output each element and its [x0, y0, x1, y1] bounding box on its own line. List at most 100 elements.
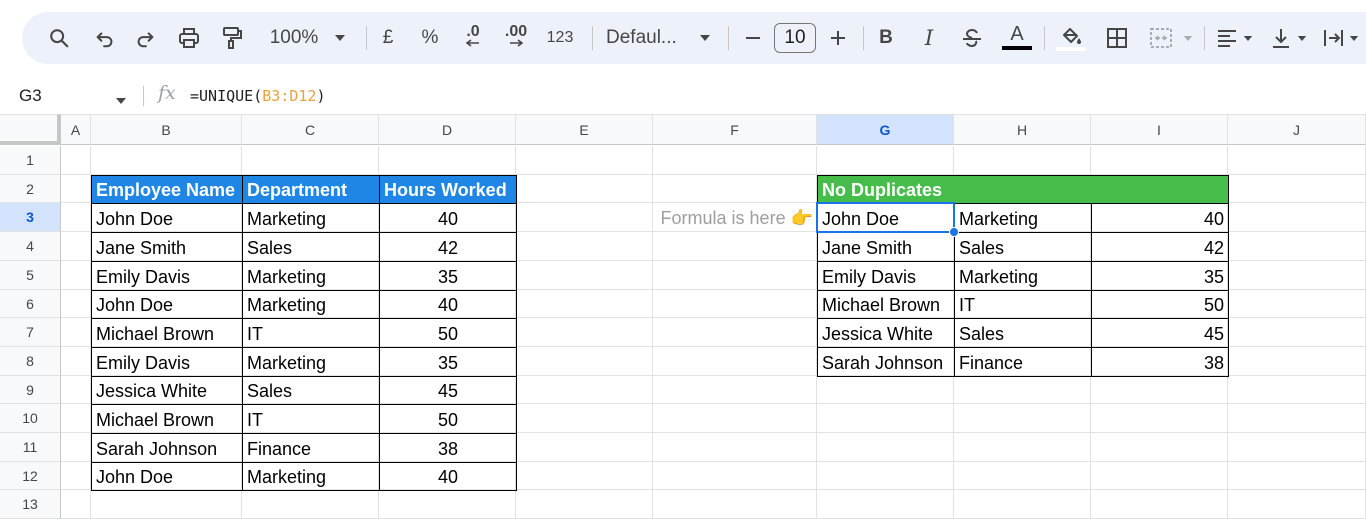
- grid-cell[interactable]: [1228, 175, 1366, 203]
- source-table-cell[interactable]: 38: [379, 433, 517, 463]
- grid-cell[interactable]: [516, 175, 653, 203]
- grid-cell[interactable]: [653, 462, 817, 490]
- row-header-6[interactable]: 6: [0, 290, 61, 318]
- grid-cell[interactable]: [954, 404, 1091, 433]
- result-table-cell[interactable]: 45: [1091, 318, 1229, 348]
- grid-cell[interactable]: [1091, 462, 1228, 490]
- grid-cell[interactable]: [516, 490, 653, 519]
- grid-cell[interactable]: [817, 146, 954, 175]
- row-header-7[interactable]: 7: [0, 318, 61, 347]
- grid-cell[interactable]: [1091, 376, 1228, 404]
- grid-cell[interactable]: [653, 318, 817, 347]
- row-header-8[interactable]: 8: [0, 347, 61, 376]
- row-header-13[interactable]: 13: [0, 490, 61, 519]
- result-table-cell[interactable]: 40: [1091, 203, 1229, 233]
- grid-cell[interactable]: [516, 433, 653, 462]
- source-table-cell[interactable]: IT: [242, 318, 380, 348]
- grid-cell[interactable]: [1228, 347, 1366, 376]
- result-table-cell[interactable]: John Doe: [817, 203, 955, 233]
- grid-cell[interactable]: [379, 146, 516, 175]
- grid-cell[interactable]: [653, 290, 817, 318]
- grid-cell[interactable]: [242, 146, 379, 175]
- source-table-cell[interactable]: 50: [379, 318, 517, 348]
- result-table-cell[interactable]: Sarah Johnson: [817, 347, 955, 377]
- grid-cell[interactable]: [954, 376, 1091, 404]
- grid-cell[interactable]: [61, 433, 91, 462]
- grid-cell[interactable]: [954, 462, 1091, 490]
- grid-cell[interactable]: [61, 318, 91, 347]
- grid-cell[interactable]: [61, 203, 91, 232]
- grid-cell[interactable]: [653, 490, 817, 519]
- select-all-corner[interactable]: [0, 114, 61, 145]
- source-table-cell[interactable]: 35: [379, 261, 517, 291]
- grid-cell[interactable]: [1091, 490, 1228, 519]
- grid-cell[interactable]: [61, 232, 91, 261]
- row-header-10[interactable]: 10: [0, 404, 61, 433]
- grid-cell[interactable]: [61, 261, 91, 290]
- source-table-cell[interactable]: John Doe: [91, 462, 243, 491]
- source-table-cell[interactable]: 40: [379, 462, 517, 491]
- grid-cell[interactable]: [954, 433, 1091, 462]
- result-table-cell[interactable]: Michael Brown: [817, 290, 955, 319]
- result-table-cell[interactable]: 42: [1091, 232, 1229, 262]
- source-header-cell[interactable]: Hours Worked: [379, 175, 517, 204]
- grid-cell[interactable]: [817, 404, 954, 433]
- source-table-cell[interactable]: 42: [379, 232, 517, 262]
- grid-cell[interactable]: [379, 490, 516, 519]
- row-header-1[interactable]: 1: [0, 146, 61, 175]
- grid-cell[interactable]: [61, 175, 91, 203]
- grid-cell[interactable]: [1228, 318, 1366, 347]
- row-header-2[interactable]: 2: [0, 175, 61, 203]
- row-header-4[interactable]: 4: [0, 232, 61, 261]
- grid-cell[interactable]: [817, 433, 954, 462]
- grid-cell[interactable]: [1228, 404, 1366, 433]
- grid-cell[interactable]: [61, 462, 91, 490]
- grid-cell[interactable]: [61, 347, 91, 376]
- source-table-cell[interactable]: 45: [379, 376, 517, 405]
- grid-cell[interactable]: [653, 146, 817, 175]
- grid-cell[interactable]: [516, 232, 653, 261]
- result-table-cell[interactable]: Finance: [954, 347, 1092, 377]
- grid-cell[interactable]: [91, 146, 242, 175]
- source-table-cell[interactable]: Finance: [242, 433, 380, 463]
- result-table-cell[interactable]: 35: [1091, 261, 1229, 291]
- grid-cell[interactable]: [1228, 490, 1366, 519]
- result-table-cell[interactable]: 50: [1091, 290, 1229, 319]
- row-header-3[interactable]: 3: [0, 203, 61, 232]
- source-table-cell[interactable]: Marketing: [242, 290, 380, 319]
- result-table-cell[interactable]: Sales: [954, 232, 1092, 262]
- source-table-cell[interactable]: Marketing: [242, 462, 380, 491]
- grid-cell[interactable]: [1228, 146, 1366, 175]
- grid-cell[interactable]: [653, 376, 817, 404]
- grid-cell[interactable]: [1228, 261, 1366, 290]
- grid-cell[interactable]: [653, 261, 817, 290]
- grid-cell[interactable]: [653, 347, 817, 376]
- source-table-cell[interactable]: Sales: [242, 376, 380, 405]
- row-header-12[interactable]: 12: [0, 462, 61, 490]
- grid-cell[interactable]: [817, 490, 954, 519]
- source-table-cell[interactable]: Sales: [242, 232, 380, 262]
- grid-cell[interactable]: [516, 261, 653, 290]
- fill-handle[interactable]: [949, 227, 959, 237]
- grid-cell[interactable]: [61, 376, 91, 404]
- grid-cell[interactable]: [653, 232, 817, 261]
- grid-cell[interactable]: [1228, 462, 1366, 490]
- grid-cell[interactable]: [954, 490, 1091, 519]
- grid-cell[interactable]: [516, 203, 653, 232]
- grid-cell[interactable]: [1228, 290, 1366, 318]
- column-header-f[interactable]: F: [653, 114, 817, 145]
- grid-cell[interactable]: [61, 404, 91, 433]
- source-table-cell[interactable]: John Doe: [91, 203, 243, 233]
- formula-note[interactable]: Formula is here 👉: [653, 203, 817, 232]
- column-header-j[interactable]: J: [1228, 114, 1366, 145]
- result-table-cell[interactable]: IT: [954, 290, 1092, 319]
- result-table-cell[interactable]: Emily Davis: [817, 261, 955, 291]
- grid-cell[interactable]: [817, 462, 954, 490]
- column-header-a[interactable]: A: [61, 114, 91, 145]
- result-table-cell[interactable]: Marketing: [954, 203, 1092, 233]
- grid-cell[interactable]: [1228, 433, 1366, 462]
- grid-cell[interactable]: [61, 290, 91, 318]
- grid-cell[interactable]: [1228, 203, 1366, 232]
- grid-cell[interactable]: [516, 290, 653, 318]
- source-table-cell[interactable]: 35: [379, 347, 517, 377]
